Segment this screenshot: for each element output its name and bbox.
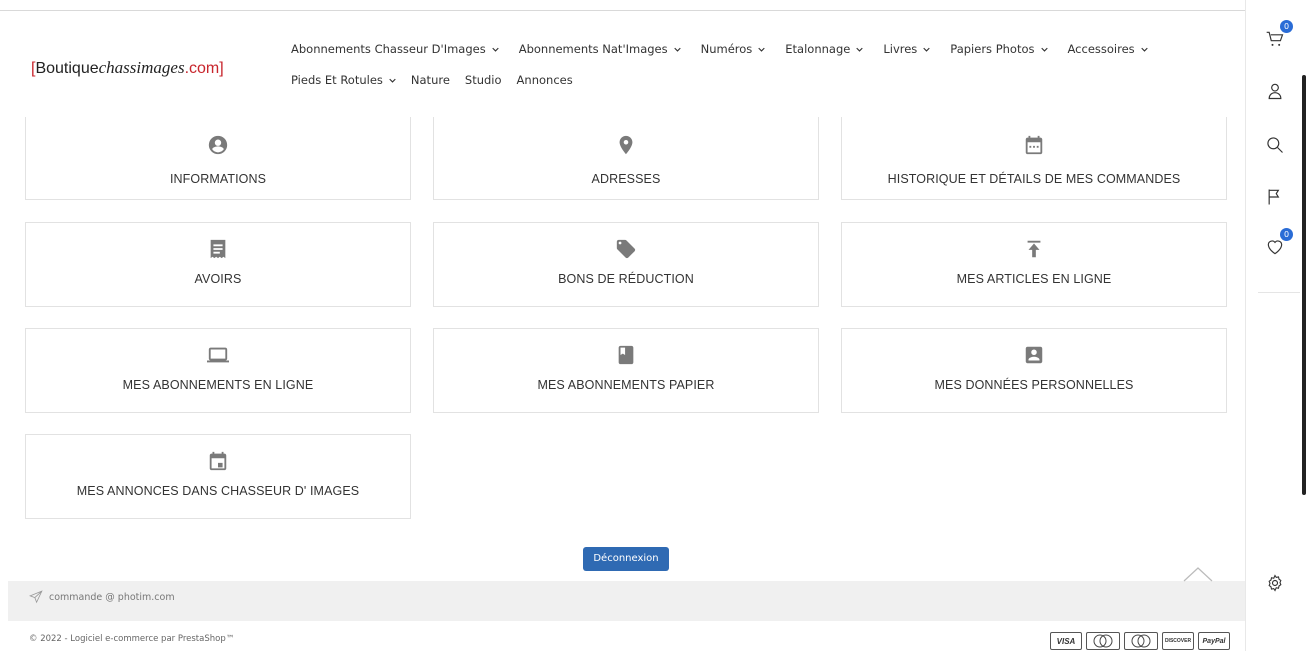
chevron-down-icon bbox=[492, 47, 499, 52]
account-button[interactable] bbox=[1264, 80, 1286, 102]
footer-email-text: commande @ photim.com bbox=[49, 591, 175, 603]
nav-label: Etalonnage bbox=[785, 42, 851, 56]
gear-icon bbox=[1268, 574, 1282, 592]
chevron-down-icon bbox=[758, 47, 765, 52]
logo-text-chassimages: chassimages bbox=[98, 58, 185, 77]
contact-card-icon bbox=[1022, 343, 1046, 367]
chevron-down-icon bbox=[1040, 47, 1048, 52]
scroll-to-top-icon[interactable] bbox=[1183, 565, 1213, 583]
nav-label: Annonces bbox=[516, 73, 573, 87]
site-header: [Boutiquechassimages.com] Abonnements Ch… bbox=[0, 11, 1245, 117]
account-card-informations[interactable]: INFORMATIONS bbox=[25, 117, 411, 200]
upload-icon bbox=[1022, 237, 1046, 261]
account-card-articles-en-ligne[interactable]: MES ARTICLES EN LIGNE bbox=[841, 222, 1227, 307]
account-card-historique[interactable]: HISTORIQUE ET DÉTAILS DE MES COMMANDES bbox=[841, 117, 1227, 200]
nav-label: Pieds Et Rotules bbox=[291, 73, 383, 87]
account-card-annonces[interactable]: MES ANNONCES DANS CHASSEUR D' IMAGES bbox=[25, 434, 411, 519]
chevron-down-icon bbox=[1140, 47, 1148, 52]
card-label: MES ABONNEMENTS EN LIGNE bbox=[122, 378, 314, 392]
receipt-icon bbox=[206, 237, 230, 261]
maestro-logo bbox=[1124, 632, 1158, 650]
account-card-abonnements-papier[interactable]: MES ABONNEMENTS PAPIER bbox=[433, 328, 819, 413]
flag-icon bbox=[1268, 189, 1280, 205]
card-label: BONS DE RÉDUCTION bbox=[558, 272, 694, 286]
account-card-adresses[interactable]: ADRESSES bbox=[433, 117, 819, 200]
main-nav: Abonnements Chasseur D'Images Abonnement… bbox=[291, 37, 1221, 99]
chevron-down-icon bbox=[389, 78, 396, 83]
wishlist-count-badge: 0 bbox=[1280, 228, 1293, 241]
nav-item-accessoires[interactable]: Accessoires bbox=[1068, 42, 1148, 56]
chevron-down-icon bbox=[856, 47, 864, 52]
search-button[interactable] bbox=[1264, 134, 1286, 156]
nav-item-numeros[interactable]: Numéros bbox=[701, 42, 766, 56]
toolbar-divider bbox=[1258, 292, 1300, 293]
account-card-avoirs[interactable]: AVOIRS bbox=[25, 222, 411, 307]
card-label: ADRESSES bbox=[591, 172, 661, 186]
nav-label: Livres bbox=[883, 42, 918, 56]
logo-text-boutique: Boutique bbox=[35, 60, 99, 77]
nav-row-2: Pieds Et Rotules Nature Studio Annonces bbox=[291, 68, 1221, 92]
language-button[interactable] bbox=[1264, 186, 1286, 208]
laptop-icon bbox=[206, 343, 230, 367]
discover-logo: DISCOVER bbox=[1162, 632, 1194, 650]
user-icon bbox=[1268, 83, 1282, 100]
logout-button[interactable]: Déconnexion bbox=[583, 547, 669, 571]
card-label: MES ARTICLES EN LIGNE bbox=[956, 272, 1112, 286]
nav-label: Numéros bbox=[700, 42, 753, 56]
cart-button[interactable]: 0 bbox=[1264, 20, 1293, 50]
chevron-down-icon bbox=[673, 47, 681, 52]
account-card-abonnements-en-ligne[interactable]: MES ABONNEMENTS EN LIGNE bbox=[25, 328, 411, 413]
payment-methods: VISA DISCOVER PayPal bbox=[1050, 632, 1230, 650]
nav-item-abonnements-natimages[interactable]: Abonnements Nat'Images bbox=[519, 42, 681, 56]
location-pin-icon bbox=[614, 133, 638, 157]
nav-item-pieds-rotules[interactable]: Pieds Et Rotules bbox=[291, 73, 396, 87]
nav-item-annonces[interactable]: Annonces bbox=[517, 73, 573, 87]
book-icon bbox=[614, 343, 638, 367]
search-icon bbox=[1267, 137, 1283, 153]
tag-icon bbox=[614, 237, 638, 261]
settings-button[interactable] bbox=[1264, 572, 1286, 594]
mastercard-logo bbox=[1086, 632, 1120, 650]
nav-label: Papiers Photos bbox=[950, 42, 1035, 56]
paper-plane-icon bbox=[29, 590, 43, 604]
nav-label: Abonnements Nat'Images bbox=[518, 42, 668, 56]
nav-row-1: Abonnements Chasseur D'Images Abonnement… bbox=[291, 37, 1221, 61]
visa-logo: VISA bbox=[1050, 632, 1082, 650]
logo-text-domain: .com] bbox=[184, 60, 224, 77]
cart-icon bbox=[1266, 31, 1284, 46]
nav-label: Studio bbox=[464, 73, 502, 87]
page-scrollbar[interactable] bbox=[1302, 75, 1306, 495]
cart-count-badge: 0 bbox=[1280, 20, 1293, 33]
nav-item-studio[interactable]: Studio bbox=[465, 73, 502, 87]
nav-item-nature[interactable]: Nature bbox=[411, 73, 450, 87]
card-label: AVOIRS bbox=[194, 272, 242, 286]
nav-label: Abonnements Chasseur D'Images bbox=[291, 42, 486, 56]
copyright-text: © 2022 - Logiciel e-commerce par PrestaS… bbox=[29, 634, 235, 644]
card-label: HISTORIQUE ET DÉTAILS DE MES COMMANDES bbox=[887, 172, 1181, 186]
event-icon bbox=[206, 449, 230, 473]
card-label: MES DONNÉES PERSONNELLES bbox=[934, 378, 1134, 392]
account-card-donnees-personnelles[interactable]: MES DONNÉES PERSONNELLES bbox=[841, 328, 1227, 413]
nav-item-abonnements-chasseur[interactable]: Abonnements Chasseur D'Images bbox=[291, 42, 499, 56]
nav-label: Nature bbox=[410, 73, 450, 87]
nav-item-papiers-photos[interactable]: Papiers Photos bbox=[950, 42, 1048, 56]
chevron-down-icon bbox=[923, 47, 930, 52]
heart-icon bbox=[1267, 240, 1283, 255]
calendar-icon bbox=[1022, 133, 1046, 157]
nav-label: Accessoires bbox=[1067, 42, 1135, 56]
site-logo[interactable]: [Boutiquechassimages.com] bbox=[31, 58, 224, 78]
card-label: MES ANNONCES DANS CHASSEUR D' IMAGES bbox=[76, 484, 360, 498]
account-card-bons-reduction[interactable]: BONS DE RÉDUCTION bbox=[433, 222, 819, 307]
card-label: INFORMATIONS bbox=[169, 172, 267, 186]
nav-item-livres[interactable]: Livres bbox=[883, 42, 930, 56]
account-circle-icon bbox=[206, 133, 230, 157]
wishlist-button[interactable]: 0 bbox=[1264, 228, 1293, 258]
footer-email[interactable]: commande @ photim.com bbox=[29, 590, 175, 604]
card-label: MES ABONNEMENTS PAPIER bbox=[537, 378, 715, 392]
paypal-logo: PayPal bbox=[1198, 632, 1230, 650]
footer-band bbox=[8, 581, 1245, 621]
nav-item-etalonnage[interactable]: Etalonnage bbox=[785, 42, 864, 56]
